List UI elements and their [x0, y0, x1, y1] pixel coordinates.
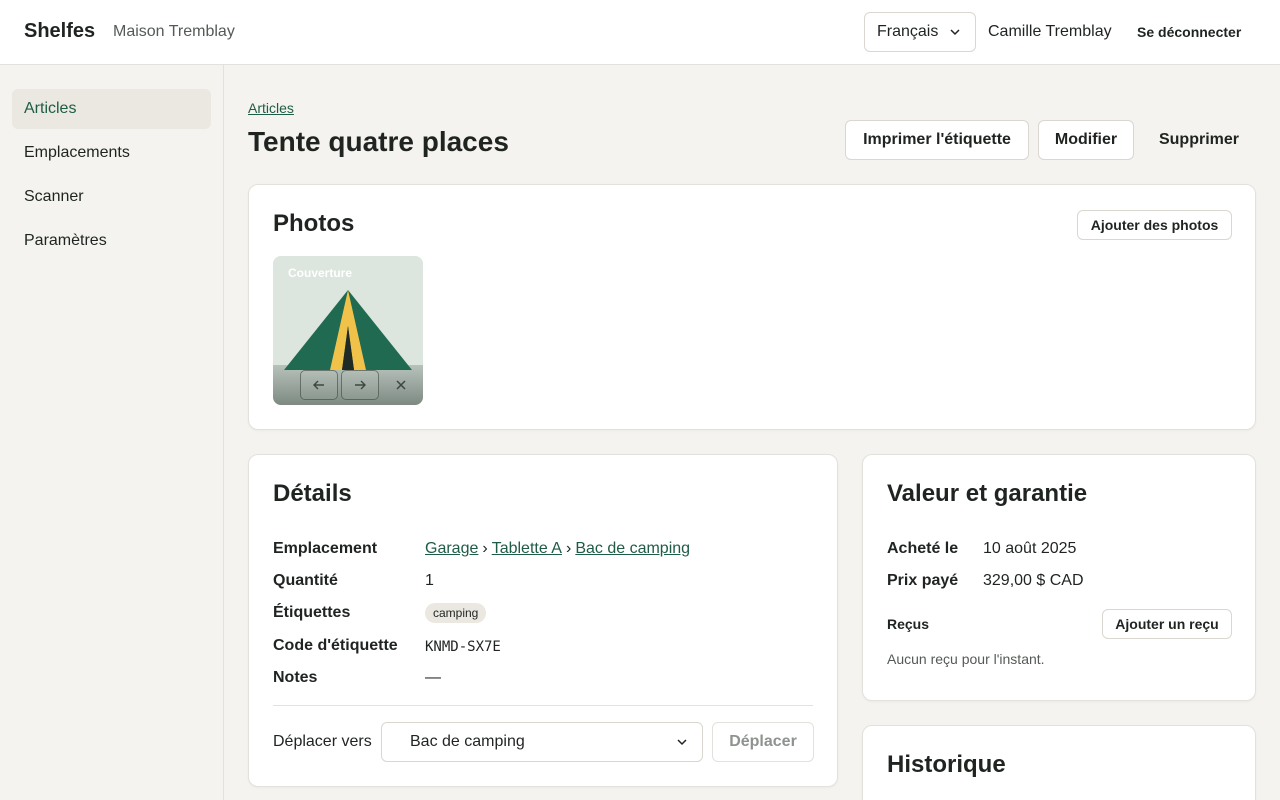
close-icon — [396, 380, 406, 390]
notes-label: Notes — [273, 669, 318, 686]
language-select[interactable]: Français — [864, 12, 976, 52]
move-destination-value: Bac de camping — [410, 733, 525, 750]
tags-list: camping — [425, 603, 487, 623]
details-card: Détails Emplacement Garage › Tablette A › Ba… — [248, 454, 838, 787]
chevron-down-icon — [677, 739, 687, 746]
move-to-label: Déplacer vers — [273, 733, 372, 750]
location-link-garage[interactable]: Garage — [425, 540, 478, 557]
top-bar: Shelfes Maison Tremblay Français Camille… — [0, 0, 1280, 65]
label-code-label: Code d'étiquette — [273, 637, 398, 654]
sidebar: Articles Emplacements Scanner Paramètres — [0, 65, 224, 800]
quantity-value: 1 — [425, 572, 434, 589]
breadcrumb-separator: › — [565, 540, 572, 557]
purchase-date-label: Acheté le — [887, 540, 959, 557]
history-title: Historique — [887, 751, 1006, 778]
breadcrumb[interactable]: Articles — [248, 100, 294, 116]
details-title: Détails — [273, 480, 352, 507]
sidebar-item-locations[interactable]: Emplacements — [12, 133, 211, 173]
household-name: Maison Tremblay — [113, 23, 235, 40]
app-logo[interactable]: Shelfes — [24, 20, 95, 43]
quantity-label: Quantité — [273, 572, 338, 589]
arrow-right-icon — [355, 380, 366, 390]
tag-badge: camping — [425, 603, 487, 623]
location-path: Garage › Tablette A › Bac de camping — [425, 540, 690, 558]
no-receipts-text: Aucun reçu pour l'instant. — [887, 651, 1045, 667]
notes-value: — — [425, 669, 441, 686]
value-warranty-card: Valeur et garantie Acheté le 10 août 202… — [862, 454, 1256, 701]
price-value: 329,00 $ CAD — [983, 572, 1084, 589]
move-destination-select[interactable]: Bac de camping — [381, 722, 703, 762]
page-title: Tente quatre places — [248, 126, 509, 157]
move-button[interactable]: Déplacer — [712, 722, 814, 762]
label-code-value: KNMD-SX7E — [425, 639, 501, 655]
language-value: Français — [877, 23, 939, 40]
user-name: Camille Tremblay — [988, 23, 1112, 40]
sidebar-item-scanner[interactable]: Scanner — [12, 177, 211, 217]
add-receipt-button[interactable]: Ajouter un reçu — [1102, 609, 1232, 639]
move-right-button[interactable] — [341, 370, 379, 400]
move-left-button[interactable] — [300, 370, 338, 400]
photo-thumbnail[interactable]: Couverture — [273, 256, 423, 405]
price-label: Prix payé — [887, 572, 959, 589]
tags-label: Étiquettes — [273, 604, 351, 621]
sidebar-item-articles[interactable]: Articles — [12, 89, 211, 129]
history-card: Historique — [862, 725, 1256, 800]
arrow-left-icon — [313, 380, 324, 390]
remove-photo-button[interactable] — [382, 370, 420, 400]
chevron-down-icon — [950, 29, 960, 36]
delete-button[interactable]: Supprimer — [1144, 120, 1254, 160]
breadcrumb-separator: › — [482, 540, 488, 557]
value-warranty-title: Valeur et garantie — [887, 480, 1088, 507]
photos-card: Photos Ajouter des photos Couverture — [248, 184, 1256, 430]
divider — [273, 705, 813, 706]
logout-button[interactable]: Se déconnecter — [1137, 24, 1241, 40]
cover-label: Couverture — [288, 266, 353, 280]
receipts-label: Reçus — [887, 616, 930, 632]
location-link-shelf[interactable]: Tablette A — [492, 540, 562, 557]
print-label-button[interactable]: Imprimer l'étiquette — [845, 120, 1029, 160]
photos-title: Photos — [273, 210, 355, 237]
location-link-bin[interactable]: Bac de camping — [575, 540, 690, 557]
edit-button[interactable]: Modifier — [1038, 120, 1134, 160]
location-label: Emplacement — [273, 540, 378, 557]
purchase-date-value: 10 août 2025 — [983, 540, 1077, 557]
sidebar-item-settings[interactable]: Paramètres — [12, 221, 211, 261]
add-photos-button[interactable]: Ajouter des photos — [1077, 210, 1232, 240]
